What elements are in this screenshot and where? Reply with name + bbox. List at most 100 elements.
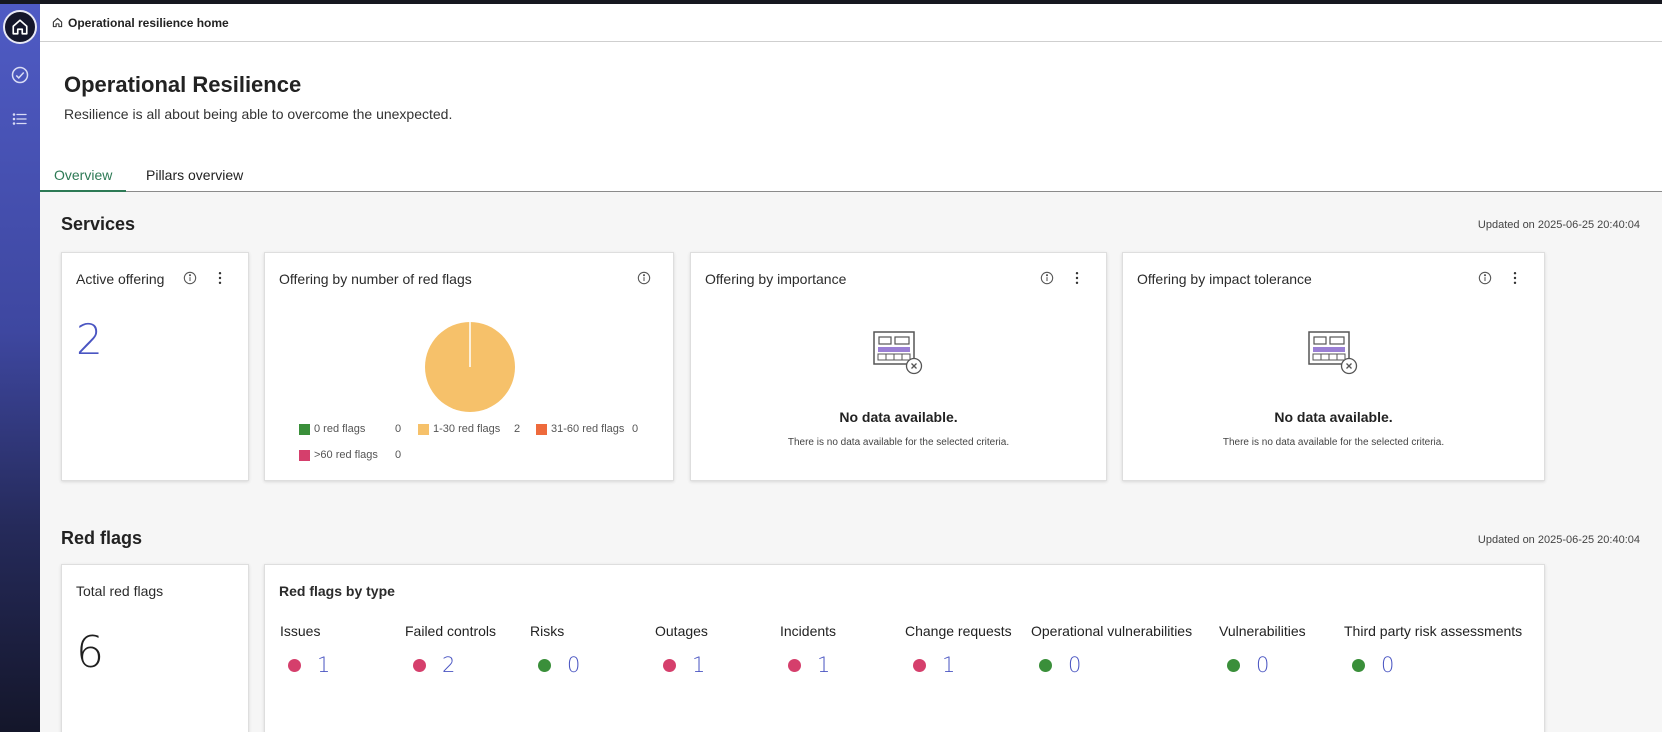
- sidebar-list-button[interactable]: [3, 102, 37, 136]
- no-data-description: There is no data available for the selec…: [787, 437, 1010, 448]
- legend-swatch: [536, 423, 547, 435]
- legend-item-31-60-flags[interactable]: 31-60 red flags: [536, 423, 624, 435]
- more-vertical-icon[interactable]: [217, 271, 223, 285]
- red-flag-type-value-row: 1: [788, 653, 836, 677]
- no-data-icon: [1308, 331, 1358, 375]
- red-flag-type-item[interactable]: Operational vulnerabilities 0: [1031, 623, 1192, 677]
- info-icon[interactable]: [183, 271, 197, 285]
- red-flag-type-count[interactable]: 0: [1381, 653, 1394, 677]
- red-flag-type-label: Vulnerabilities: [1219, 623, 1306, 639]
- red-flags-updated-timestamp: Updated on 2025-06-25 20:40:04: [1477, 534, 1640, 546]
- tab-overview[interactable]: Overview: [40, 158, 127, 192]
- red-flag-type-count[interactable]: 2: [442, 653, 455, 677]
- legend-swatch: [299, 423, 310, 435]
- active-offering-card: Active offering 2: [61, 252, 249, 481]
- card-title: Offering by importance: [705, 271, 847, 287]
- red-flags-offering-card: Offering by number of red flags 0 red fl…: [264, 252, 674, 481]
- page-subtitle: Resilience is all about being able to ov…: [64, 106, 453, 122]
- importance-offering-card: Offering by importance No data available…: [690, 252, 1107, 481]
- home-icon: [52, 17, 63, 28]
- legend-count: 0: [632, 423, 639, 435]
- no-data-title: No data available.: [839, 409, 958, 425]
- card-title: Red flags by type: [279, 583, 395, 599]
- info-icon[interactable]: [637, 271, 651, 285]
- red-flag-type-item[interactable]: Risks 0: [530, 623, 580, 677]
- red-flag-type-item[interactable]: Vulnerabilities 0: [1219, 623, 1306, 677]
- red-flag-type-value-row: 2: [413, 653, 496, 677]
- page-header: Operational Resilience Resilience is all…: [40, 42, 1662, 192]
- status-dot: [663, 658, 676, 672]
- card-title: Offering by impact tolerance: [1137, 271, 1312, 287]
- list-icon: [12, 113, 27, 125]
- total-red-flags-card: Total red flags 6: [61, 564, 249, 732]
- legend-swatch: [299, 449, 310, 461]
- legend-item-over-60-flags[interactable]: >60 red flags: [299, 449, 378, 461]
- red-flag-type-item[interactable]: Change requests 1: [905, 623, 1012, 677]
- status-dot: [913, 658, 926, 672]
- red-flag-type-label: Risks: [530, 623, 565, 639]
- red-flag-type-value-row: 1: [288, 653, 330, 677]
- red-flag-type-value-row: 0: [1352, 653, 1522, 677]
- red-flag-type-label: Change requests: [905, 623, 1012, 639]
- active-offering-value[interactable]: 2: [76, 315, 103, 364]
- red-flag-type-label: Failed controls: [405, 623, 497, 639]
- red-flag-type-label: Operational vulnerabilities: [1031, 623, 1193, 639]
- red-flag-type-item[interactable]: Third party risk assessments 0: [1344, 623, 1522, 677]
- check-circle-icon: [11, 66, 29, 84]
- red-flag-type-item[interactable]: Outages 1: [655, 623, 708, 677]
- services-section-title: Services: [61, 214, 136, 234]
- status-dot: [413, 658, 426, 672]
- services-updated-timestamp: Updated on 2025-06-25 20:40:04: [1477, 219, 1640, 231]
- card-title: Offering by number of red flags: [279, 271, 472, 287]
- red-flag-type-count[interactable]: 0: [1256, 653, 1269, 677]
- legend-count: 0: [395, 423, 402, 435]
- no-data-title: No data available.: [1274, 409, 1393, 425]
- legend-item-1-30-flags[interactable]: 1-30 red flags: [418, 423, 500, 435]
- breadcrumb-home-link[interactable]: Operational resilience home: [68, 16, 229, 30]
- more-vertical-icon[interactable]: [1512, 271, 1518, 285]
- legend-count: 0: [395, 449, 402, 461]
- red-flag-type-value-row: 0: [1039, 653, 1192, 677]
- red-flag-type-count[interactable]: 1: [317, 653, 330, 677]
- total-red-flags-value[interactable]: 6: [76, 627, 104, 678]
- sidebar-home-button[interactable]: [3, 10, 37, 44]
- legend-label: 1-30 red flags: [433, 423, 501, 435]
- red-flag-type-value-row: 1: [913, 653, 1012, 677]
- red-flag-type-count[interactable]: 1: [942, 653, 955, 677]
- red-flag-type-label: Issues: [280, 623, 321, 639]
- no-data-description: There is no data available for the selec…: [1222, 437, 1445, 448]
- red-flag-type-count[interactable]: 1: [692, 653, 705, 677]
- legend-label: 0 red flags: [314, 423, 366, 435]
- status-dot: [288, 658, 301, 672]
- red-flag-type-value-row: 1: [663, 653, 708, 677]
- red-flag-type-label: Third party risk assessments: [1344, 623, 1523, 639]
- sidebar-check-button[interactable]: [3, 58, 37, 92]
- no-data-icon: [873, 331, 923, 375]
- status-dot: [538, 658, 551, 672]
- red-flag-type-count[interactable]: 0: [567, 653, 580, 677]
- red-flag-type-item[interactable]: Issues 1: [280, 623, 330, 677]
- legend-swatch: [418, 423, 429, 435]
- page-title: Operational Resilience: [64, 72, 302, 97]
- legend-item-0-flags[interactable]: 0 red flags: [299, 423, 365, 435]
- red-flag-type-item[interactable]: Incidents 1: [780, 623, 836, 677]
- card-title: Total red flags: [76, 583, 164, 599]
- tab-bar: Overview Pillars overview: [40, 158, 1662, 192]
- card-title: Active offering: [76, 271, 165, 287]
- red-flag-type-count[interactable]: 1: [817, 653, 830, 677]
- more-vertical-icon[interactable]: [1074, 271, 1080, 285]
- home-icon: [12, 19, 28, 35]
- legend-label: 31-60 red flags: [551, 423, 625, 435]
- legend-count: 2: [514, 423, 521, 435]
- red-flag-type-item[interactable]: Failed controls 2: [405, 623, 496, 677]
- status-dot: [1227, 658, 1240, 672]
- info-icon[interactable]: [1040, 271, 1054, 285]
- impact-tolerance-offering-card: Offering by impact tolerance No data ava…: [1122, 252, 1545, 481]
- red-flag-type-count[interactable]: 0: [1068, 653, 1081, 677]
- status-dot: [788, 658, 801, 672]
- tab-pillars-overview[interactable]: Pillars overview: [132, 158, 257, 192]
- red-flags-pie-chart: [425, 322, 515, 412]
- red-flag-type-label: Incidents: [780, 623, 837, 639]
- info-icon[interactable]: [1478, 271, 1492, 285]
- red-flags-section-title: Red flags: [61, 528, 143, 548]
